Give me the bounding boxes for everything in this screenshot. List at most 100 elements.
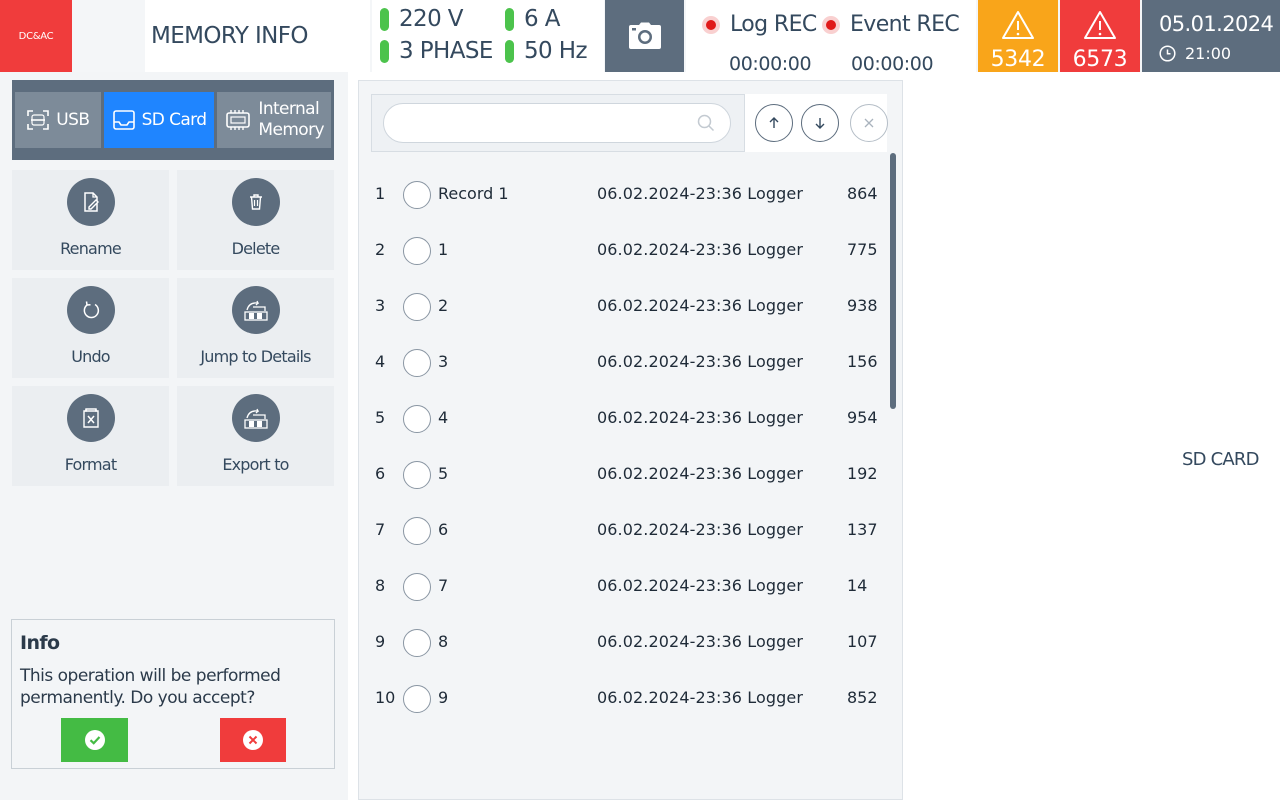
row-radio[interactable]: [403, 461, 431, 489]
current-time: 21:00: [1185, 44, 1232, 63]
row-size: 938: [847, 296, 878, 315]
row-name: Record 1: [438, 184, 509, 203]
row-radio[interactable]: [403, 349, 431, 377]
top-bar: DC&AC MEMORY INFO 220 V 6 A 3 PHASE 50 H…: [0, 0, 1280, 75]
rename-label: Rename: [60, 239, 122, 258]
row-radio[interactable]: [403, 405, 431, 433]
row-name: 5: [438, 464, 449, 483]
row-date: 06.02.2024-23:36: [597, 240, 743, 259]
row-type: Logger: [747, 632, 804, 651]
close-circle-icon: [243, 730, 263, 750]
trash-icon: [231, 178, 280, 226]
row-name: 9: [438, 688, 449, 707]
row-type: Logger: [747, 352, 804, 371]
row-date: 06.02.2024-23:36: [597, 688, 743, 707]
row-date: 06.02.2024-23:36: [597, 632, 743, 651]
row-type: Logger: [747, 520, 804, 539]
row-radio[interactable]: [403, 517, 431, 545]
row-radio[interactable]: [403, 629, 431, 657]
list-item[interactable]: 4 3 06.02.2024-23:36 Logger 156: [359, 335, 889, 391]
sd-card-icon: [112, 109, 136, 131]
list-item[interactable]: 9 8 06.02.2024-23:36 Logger 107: [359, 615, 889, 671]
page-title: MEMORY INFO: [151, 23, 309, 49]
row-index: 5: [375, 408, 386, 427]
row-date: 06.02.2024-23:36: [597, 408, 743, 427]
search-input[interactable]: [383, 103, 731, 143]
search-icon: [697, 114, 715, 132]
status-indicator-icon: [380, 39, 389, 63]
alarm-button[interactable]: 6573: [1060, 0, 1140, 72]
format-button[interactable]: Format: [12, 386, 169, 486]
accept-button[interactable]: [61, 718, 128, 762]
row-size: 954: [847, 408, 878, 427]
clear-button[interactable]: [850, 104, 888, 142]
row-type: Logger: [747, 464, 804, 483]
reject-button[interactable]: [220, 718, 286, 762]
alarm-count: 6573: [1072, 47, 1128, 72]
warning-icon: [1002, 11, 1034, 39]
tab-sd-card[interactable]: SD Card: [103, 92, 215, 148]
recording-status: Log REC 00:00:00 Event REC 00:00:00: [686, 0, 976, 75]
row-size: 775: [847, 240, 878, 259]
row-radio[interactable]: [403, 573, 431, 601]
row-type: Logger: [747, 576, 804, 595]
move-up-button[interactable]: [755, 104, 793, 142]
move-down-button[interactable]: [801, 104, 839, 142]
current-readout: 6 A: [505, 6, 560, 32]
voltage-value: 220 V: [399, 6, 464, 32]
delete-button[interactable]: Delete: [177, 170, 334, 270]
list-item[interactable]: 5 4 06.02.2024-23:36 Logger 954: [359, 391, 889, 447]
datetime-panel: 05.01.2024 21:00: [1142, 0, 1280, 72]
row-type: Logger: [747, 408, 804, 427]
row-index: 7: [375, 520, 386, 539]
voltage-readout: 220 V: [380, 6, 464, 32]
row-size: 852: [847, 688, 878, 707]
row-index: 9: [375, 632, 386, 651]
tab-internal-memory-label-line2: Memory: [258, 120, 324, 140]
row-date-type: 06.02.2024-23:36 Logger: [597, 632, 803, 651]
jump-to-details-button[interactable]: Jump to Details: [177, 278, 334, 378]
search-bar: [371, 94, 745, 152]
row-name: 7: [438, 576, 449, 595]
arrow-up-icon: [769, 117, 779, 128]
row-size: 192: [847, 464, 878, 483]
current-value: 6 A: [524, 6, 560, 32]
row-radio[interactable]: [403, 685, 431, 713]
row-date-type: 06.02.2024-23:36 Logger: [597, 184, 803, 203]
row-date: 06.02.2024-23:36: [597, 520, 743, 539]
row-date-type: 06.02.2024-23:36 Logger: [597, 240, 803, 259]
list-item[interactable]: 1 Record 1 06.02.2024-23:36 Logger 864: [359, 167, 889, 223]
row-index: 2: [375, 240, 386, 259]
record-dot-icon: [822, 15, 840, 34]
frequency-value: 50 Hz: [524, 38, 588, 64]
export-button[interactable]: Export to: [177, 386, 334, 486]
row-radio[interactable]: [403, 293, 431, 321]
screenshot-button[interactable]: [605, 0, 684, 72]
list-item[interactable]: 2 1 06.02.2024-23:36 Logger 775: [359, 223, 889, 279]
camera-icon: [628, 22, 661, 49]
list-item[interactable]: 8 7 06.02.2024-23:36 Logger 14: [359, 559, 889, 615]
row-radio[interactable]: [403, 181, 431, 209]
current-date: 05.01.2024: [1159, 12, 1274, 36]
tab-internal-memory[interactable]: Internal Memory: [217, 92, 331, 148]
format-label: Format: [64, 455, 117, 474]
record-list-panel: 1 Record 1 06.02.2024-23:36 Logger 864 2 1 06…: [358, 80, 903, 800]
event-rec-label: Event REC: [850, 12, 960, 37]
warning-button[interactable]: 5342: [978, 0, 1058, 72]
row-date-type: 06.02.2024-23:36 Logger: [597, 352, 803, 371]
row-index: 1: [375, 184, 386, 203]
arrow-down-icon: [815, 118, 825, 129]
list-scrollbar[interactable]: [890, 153, 896, 409]
rename-button[interactable]: Rename: [12, 170, 169, 270]
frequency-readout: 50 Hz: [505, 38, 588, 64]
tab-usb[interactable]: USB: [15, 92, 101, 148]
undo-button[interactable]: Undo: [12, 278, 169, 378]
export-label: Export to: [222, 455, 289, 474]
list-item[interactable]: 7 6 06.02.2024-23:36 Logger 137: [359, 503, 889, 559]
list-item[interactable]: 3 2 06.02.2024-23:36 Logger 938: [359, 279, 889, 335]
row-radio[interactable]: [403, 237, 431, 265]
list-item[interactable]: 6 5 06.02.2024-23:36 Logger 192: [359, 447, 889, 503]
event-rec-time: 00:00:00: [851, 53, 934, 75]
undo-label: Undo: [71, 347, 110, 366]
list-item[interactable]: 10 9 06.02.2024-23:36 Logger 852: [359, 671, 889, 727]
